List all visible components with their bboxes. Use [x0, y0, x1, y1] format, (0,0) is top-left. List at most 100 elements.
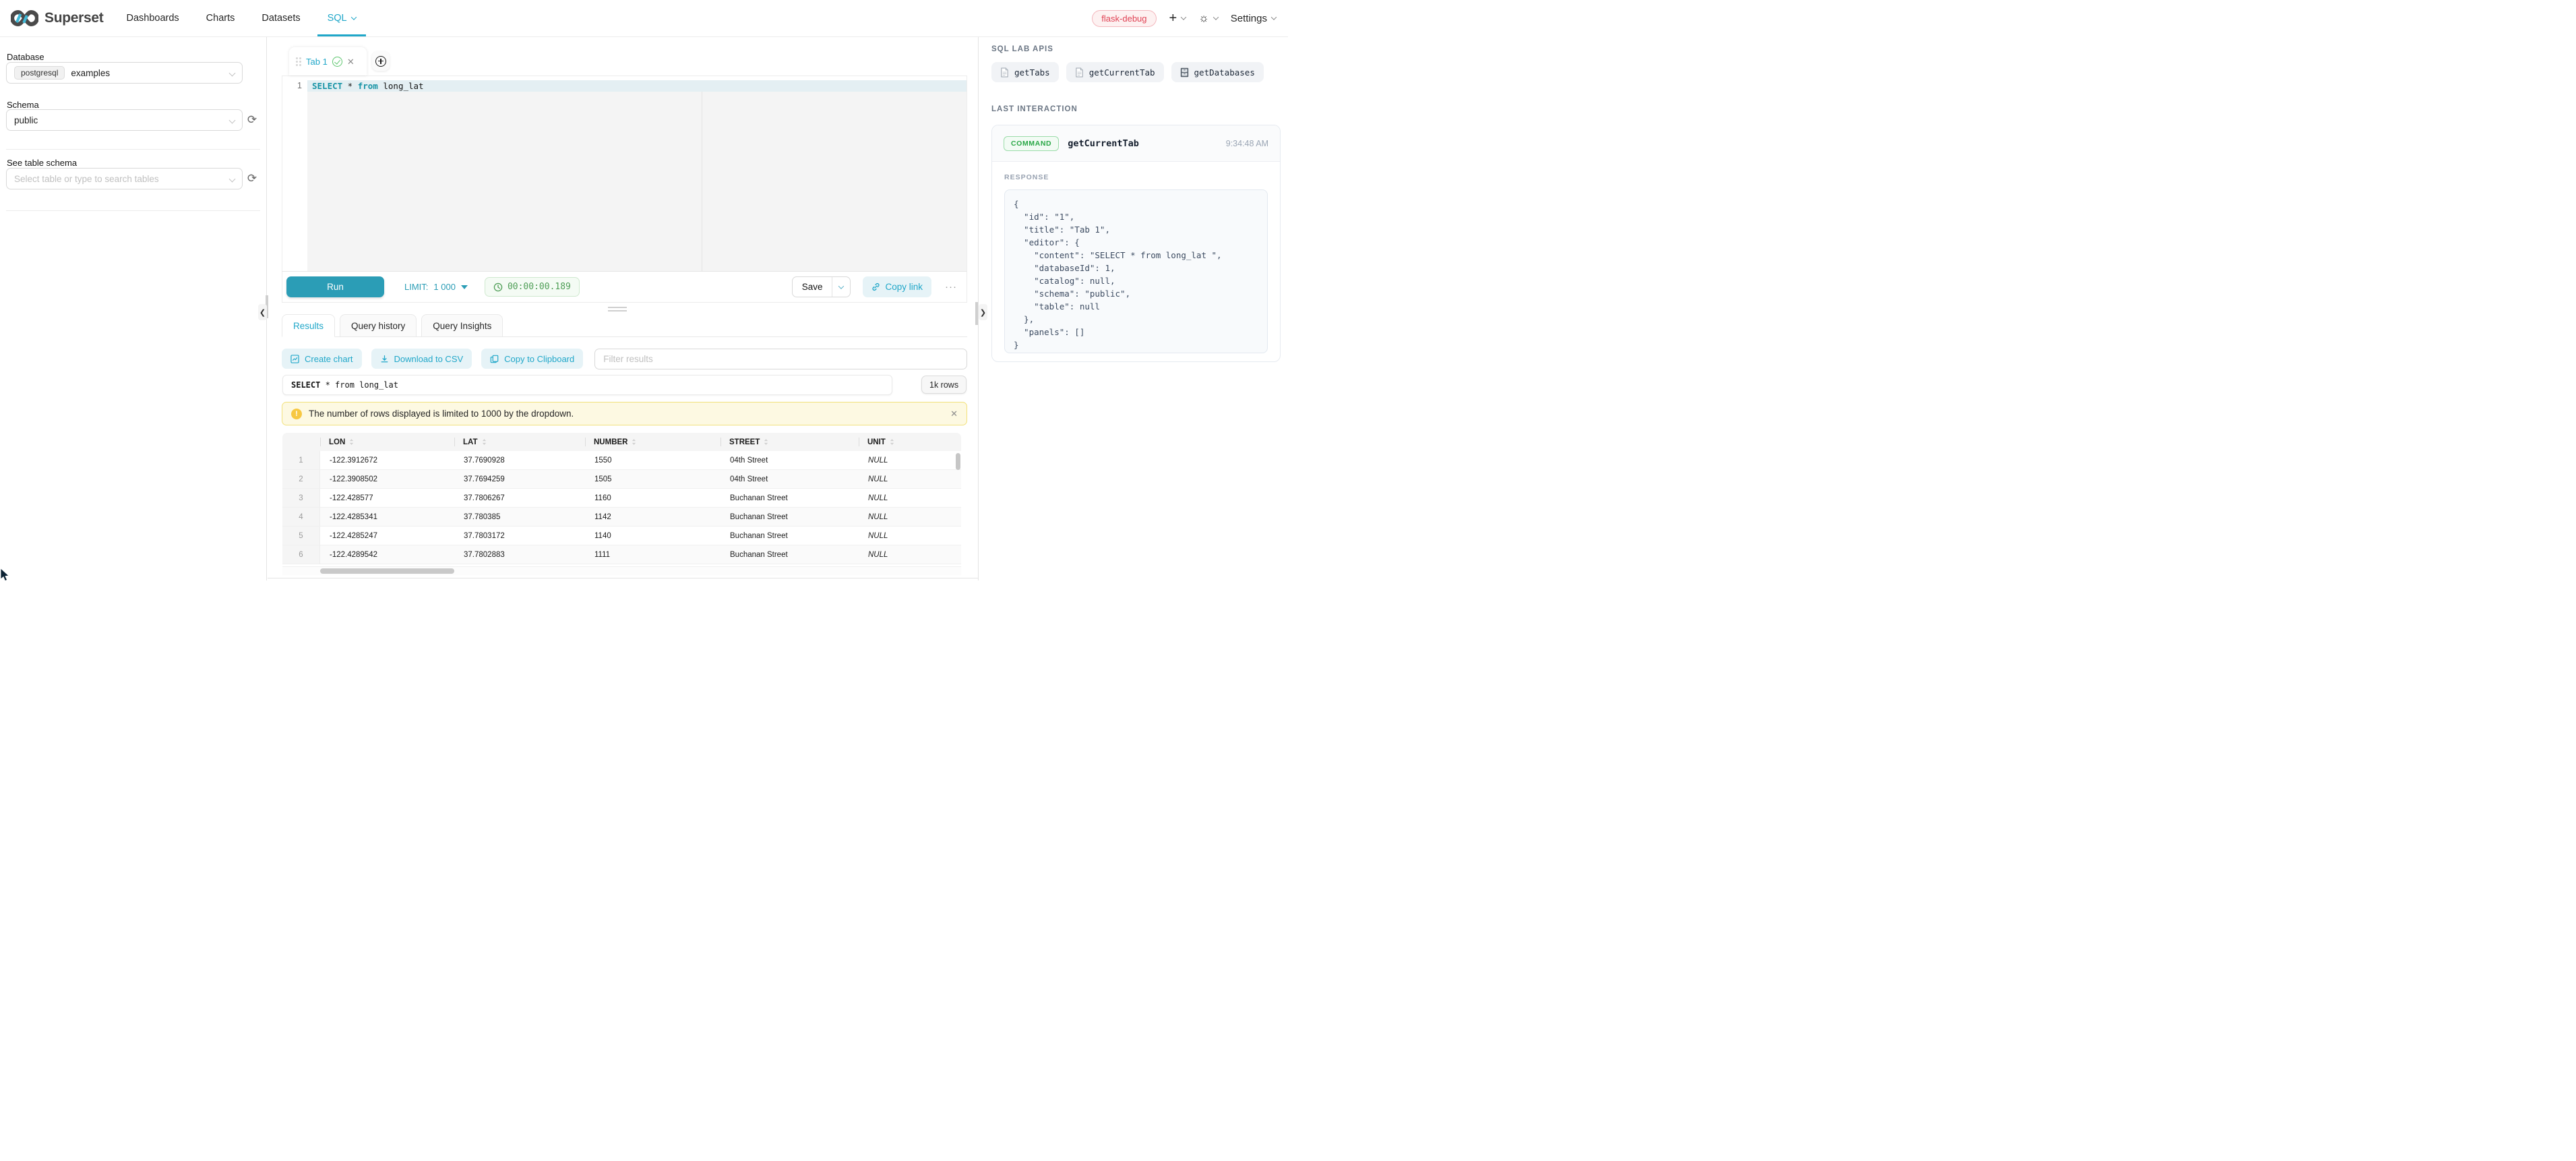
get-databases-button[interactable]: getDatabases [1171, 62, 1264, 82]
limit-dropdown[interactable]: LIMIT: 1 000 [404, 282, 468, 292]
query-tab-title: Tab 1 [306, 57, 328, 67]
save-split-button: Save [792, 276, 851, 297]
expand-right-panel-button[interactable]: ❯ [979, 304, 987, 320]
schema-select[interactable]: public [6, 109, 243, 131]
results-table-header: LON LAT NUMBER STREET UNIT [282, 433, 961, 451]
database-select[interactable]: postgresql examples [6, 62, 243, 84]
superset-logo[interactable]: Superset [11, 9, 103, 28]
table-row: 2 -122.3908502 37.7694259 1505 04th Stre… [282, 470, 961, 489]
copy-link-label: Copy link [885, 282, 923, 292]
limit-label: LIMIT: [404, 282, 428, 292]
database-engine-tag: postgresql [14, 66, 65, 80]
command-name: getCurrentTab [1068, 138, 1139, 149]
results-action-row: Create chart Download to CSV Copy to Cli… [282, 349, 967, 369]
top-navbar: Superset Dashboards Charts Datasets SQL … [0, 0, 1288, 37]
schema-value: public [14, 115, 38, 125]
filter-results-input[interactable] [594, 349, 967, 369]
copy-icon [490, 355, 499, 363]
row-count-badge: 1k rows [921, 376, 967, 394]
vertical-scrollbar-thumb[interactable] [956, 453, 960, 470]
close-tab-icon[interactable]: ✕ [347, 57, 355, 66]
copy-clipboard-button[interactable]: Copy to Clipboard [481, 349, 583, 369]
tab-query-history[interactable]: Query history [340, 314, 417, 337]
table-row: 1 -122.3912672 37.7690928 1550 04th Stre… [282, 451, 961, 470]
nav-datasets[interactable]: Datasets [262, 0, 300, 36]
save-button[interactable]: Save [793, 277, 832, 297]
pane-splitter-handle[interactable] [608, 307, 627, 314]
mouse-cursor [0, 568, 11, 582]
chevron-down-icon [229, 117, 236, 123]
document-icon [1000, 67, 1009, 78]
refresh-tables-icon[interactable]: ⟳ [245, 172, 259, 185]
cabinet-icon [1180, 67, 1189, 78]
sort-icon [764, 438, 768, 446]
refresh-schemas-icon[interactable]: ⟳ [245, 113, 259, 127]
interaction-card-body: RESPONSE { "id": "1", "title": "Tab 1", … [992, 162, 1280, 362]
more-options-button[interactable]: ··· [945, 281, 957, 293]
copy-link-button[interactable]: Copy link [863, 276, 931, 297]
sql-lab-apis-panel: SQL LAB APIS getTabs getCurrentTab [978, 37, 1288, 580]
download-csv-button[interactable]: Download to CSV [371, 349, 472, 369]
editor-toolbar: Run LIMIT: 1 000 00:00:00.189 Save Copy … [282, 271, 967, 303]
column-header-street[interactable]: STREET [720, 433, 859, 451]
table-select[interactable]: Select table or type to search tables [6, 168, 243, 189]
sidebar-divider [6, 210, 260, 211]
sql-lab-sidebar: Database postgresql examples Schema publ… [0, 37, 267, 580]
warning-icon: ! [291, 409, 302, 419]
limit-value: 1 000 [433, 282, 456, 292]
apis-header: SQL LAB APIS [991, 45, 1053, 53]
column-header-lon[interactable]: LON [320, 433, 454, 451]
plus-circle-icon [375, 56, 386, 67]
chevron-down-icon [1181, 14, 1186, 20]
navbar-right: flask-debug + ☼ Settings [1092, 10, 1276, 27]
save-dropdown-button[interactable] [832, 277, 850, 297]
run-button[interactable]: Run [286, 276, 384, 297]
horizontal-scrollbar[interactable] [282, 567, 961, 575]
sql-statement: SELECT * from long_lat [312, 80, 424, 92]
column-header-lat[interactable]: LAT [454, 433, 585, 451]
query-timer: 00:00:00.189 [485, 277, 580, 297]
clock-icon [493, 282, 503, 292]
horizontal-scrollbar-thumb[interactable] [320, 568, 454, 574]
right-splitter-nub[interactable] [975, 302, 978, 325]
create-chart-button[interactable]: Create chart [282, 349, 362, 369]
get-current-tab-button[interactable]: getCurrentTab [1066, 62, 1164, 82]
download-icon [380, 355, 389, 363]
tab-results[interactable]: Results [282, 314, 335, 337]
add-tab-button[interactable] [372, 51, 390, 71]
nav-dashboards[interactable]: Dashboards [126, 0, 179, 36]
theme-menu[interactable]: ☼ [1198, 11, 1218, 25]
row-number-header [282, 433, 320, 451]
nav-sql[interactable]: SQL [328, 0, 356, 36]
table-row: 5 -122.4285247 37.7803172 1140 Buchanan … [282, 527, 961, 545]
sql-editor-pane: Tab 1 ✕ 1 SELECT * from long_lat Run LIM… [268, 37, 978, 580]
link-icon [871, 282, 880, 291]
get-tabs-button[interactable]: getTabs [991, 62, 1059, 82]
command-timestamp: 9:34:48 AM [1226, 139, 1268, 148]
column-header-number[interactable]: NUMBER [585, 433, 720, 451]
nav-charts[interactable]: Charts [206, 0, 235, 36]
sql-code-editor[interactable]: 1 SELECT * from long_lat [282, 76, 967, 271]
close-warning-icon[interactable]: ✕ [950, 409, 958, 419]
collapse-sidebar-button[interactable]: ❮ [258, 304, 267, 320]
last-interaction-card: COMMAND getCurrentTab 9:34:48 AM RESPONS… [991, 125, 1281, 362]
tab-query-insights[interactable]: Query Insights [421, 314, 503, 337]
sort-icon [482, 438, 487, 446]
new-menu[interactable]: + [1169, 11, 1186, 25]
response-label: RESPONSE [1004, 173, 1268, 181]
query-tab[interactable]: Tab 1 ✕ [289, 47, 367, 76]
results-table: LON LAT NUMBER STREET UNIT 1 -122.391 [282, 433, 961, 575]
warning-text: The number of rows displayed is limited … [309, 409, 574, 419]
superset-infinity-icon [11, 9, 38, 28]
chevron-down-icon [1271, 14, 1277, 20]
chevron-down-icon [838, 283, 844, 289]
environment-badge: flask-debug [1092, 10, 1156, 27]
settings-menu[interactable]: Settings [1231, 13, 1276, 24]
table-select-placeholder: Select table or type to search tables [14, 174, 159, 184]
editor-gutter [282, 76, 307, 271]
table-schema-label: See table schema [7, 158, 77, 168]
document-icon [1075, 67, 1084, 78]
response-json: { "id": "1", "title": "Tab 1", "editor":… [1014, 198, 1258, 351]
column-header-unit[interactable]: UNIT [859, 433, 961, 451]
interaction-card-header: COMMAND getCurrentTab 9:34:48 AM [992, 125, 1280, 162]
